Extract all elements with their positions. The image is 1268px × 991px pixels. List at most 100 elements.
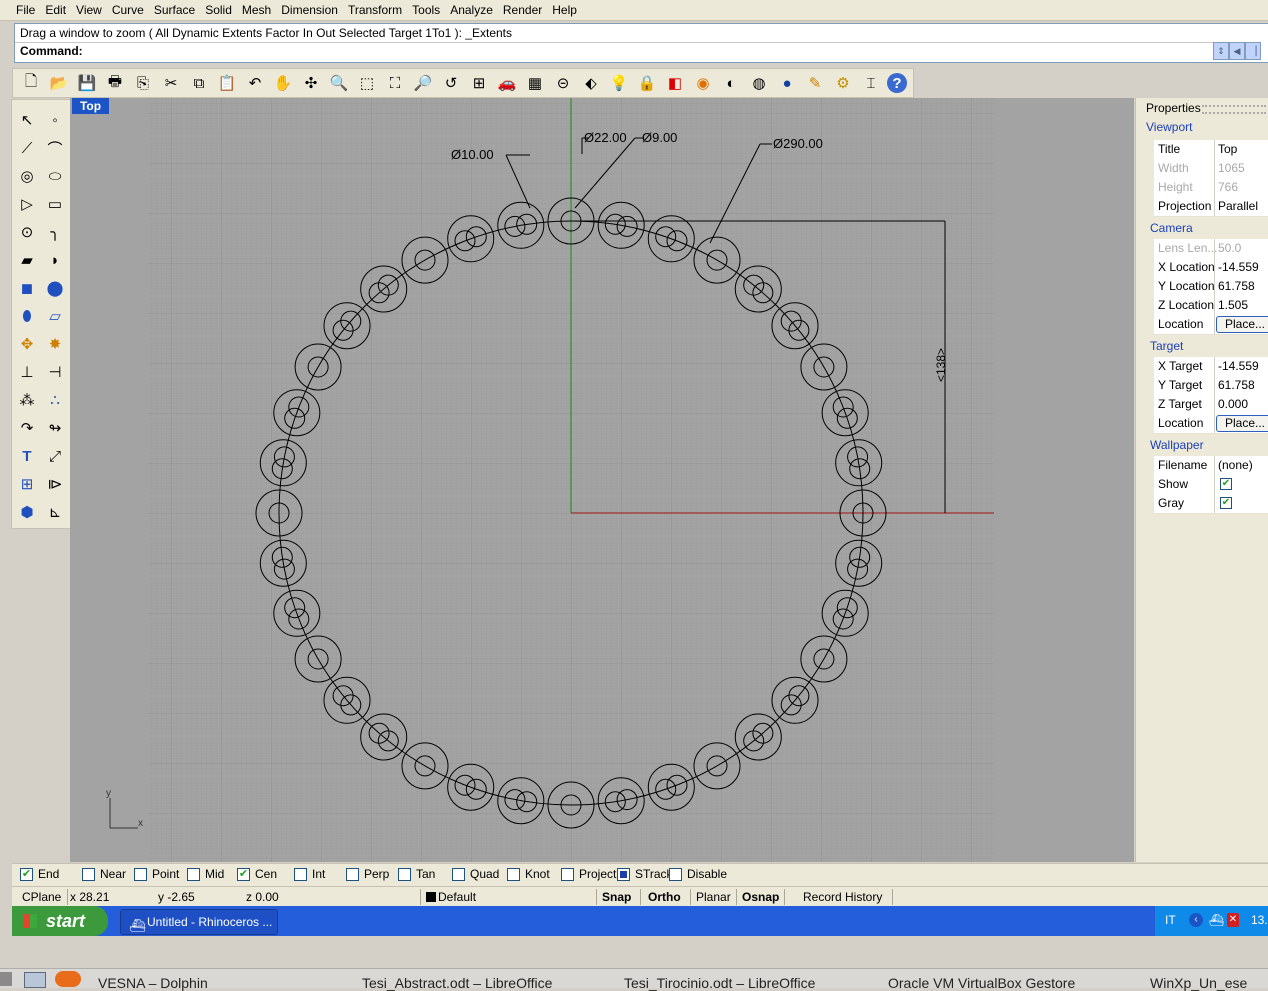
box-icon[interactable]: ◼ bbox=[15, 276, 39, 300]
osnap-knot[interactable]: Knot bbox=[507, 867, 550, 881]
snap-toggle[interactable]: Snap bbox=[602, 890, 631, 904]
osnap-project[interactable]: Project bbox=[561, 867, 616, 881]
ortho-toggle[interactable]: Ortho bbox=[648, 890, 681, 904]
tray-expand-icon[interactable]: ‹ bbox=[1189, 913, 1203, 927]
osnap-disable[interactable]: Disable bbox=[669, 867, 727, 881]
osnap-near-checkbox[interactable] bbox=[82, 867, 95, 881]
osnap-tan[interactable]: Tan bbox=[398, 867, 435, 881]
menu-curve[interactable]: Curve bbox=[107, 0, 149, 20]
osnap-cen[interactable]: ✔ Cen bbox=[237, 867, 277, 881]
scroll-left-icon[interactable]: ◀ bbox=[1229, 42, 1245, 60]
wireframe-icon[interactable]: ◐ bbox=[719, 71, 743, 95]
copy-icon[interactable]: ⧉ bbox=[187, 71, 211, 95]
projection-value[interactable]: Parallel bbox=[1218, 199, 1258, 213]
offset-icon[interactable]: ↷ bbox=[15, 416, 39, 440]
section-wallpaper[interactable]: Wallpaper bbox=[1150, 438, 1204, 452]
extrude-icon[interactable]: ◗ bbox=[43, 248, 67, 272]
osnap-end-checkbox[interactable]: ✔ bbox=[20, 867, 33, 881]
circle-icon[interactable]: ◎ bbox=[15, 164, 39, 188]
menu-analyze[interactable]: Analyze bbox=[445, 0, 498, 20]
osnap-project-checkbox[interactable] bbox=[561, 867, 574, 881]
osnap-near[interactable]: Near bbox=[82, 867, 126, 881]
dimension-icon[interactable]: ⌶ bbox=[859, 71, 883, 95]
menu-view[interactable]: View bbox=[71, 0, 107, 20]
text-icon[interactable]: T bbox=[15, 444, 39, 468]
car-icon[interactable]: 🚗 bbox=[495, 71, 519, 95]
menu-file[interactable]: File bbox=[0, 0, 40, 20]
select-icon[interactable]: ⬖ bbox=[579, 71, 603, 95]
group-icon[interactable]: ⁂ bbox=[15, 388, 39, 412]
command-line[interactable]: Command: bbox=[15, 42, 1213, 61]
menu-edit[interactable]: Edit bbox=[40, 0, 71, 20]
osnap-disable-checkbox[interactable] bbox=[669, 867, 682, 881]
points-on-icon[interactable]: ∴ bbox=[43, 388, 67, 412]
transform-icon[interactable]: ✥ bbox=[15, 332, 39, 356]
color-wheel-icon[interactable]: ◉ bbox=[691, 71, 715, 95]
host-task-winxp[interactable]: WinXp_Un_ese bbox=[1150, 975, 1247, 991]
section-target[interactable]: Target bbox=[1150, 339, 1183, 353]
undo-view-icon[interactable]: ↺ bbox=[439, 71, 463, 95]
cylinder-icon[interactable]: ⬮ bbox=[15, 304, 39, 328]
menu-tools[interactable]: Tools bbox=[407, 0, 445, 20]
four-viewports-icon[interactable]: ⊞ bbox=[467, 71, 491, 95]
pencil-icon[interactable]: ✎ bbox=[803, 71, 827, 95]
menu-surface[interactable]: Surface bbox=[149, 0, 200, 20]
section-camera[interactable]: Camera bbox=[1150, 221, 1193, 235]
menu-solid[interactable]: Solid bbox=[200, 0, 237, 20]
block-icon[interactable]: ⬢ bbox=[15, 500, 39, 524]
security-shield-icon[interactable]: ✕ bbox=[1227, 913, 1239, 927]
zoom-window-icon[interactable]: ⬚ bbox=[355, 71, 379, 95]
host-task-tirocinio[interactable]: Tesi_Tirocinio.odt – LibreOffice bbox=[624, 975, 815, 991]
analyze-icon[interactable]: ⊾ bbox=[43, 500, 67, 524]
shaded-icon[interactable]: ◍ bbox=[747, 71, 771, 95]
show-checkbox[interactable]: ✔ bbox=[1220, 478, 1232, 490]
scroll-updown-icon[interactable]: ⇕ bbox=[1213, 42, 1229, 60]
osnap-int-checkbox[interactable] bbox=[294, 867, 307, 881]
array-icon[interactable]: ⊞ bbox=[15, 472, 39, 496]
gray-checkbox[interactable]: ✔ bbox=[1220, 497, 1232, 509]
mirror-icon[interactable]: ⧐ bbox=[43, 472, 67, 496]
osnap-point-checkbox[interactable] bbox=[134, 867, 147, 881]
import-icon[interactable]: ⎘ bbox=[131, 71, 155, 95]
scroll-right-icon[interactable]: ▕ bbox=[1245, 42, 1261, 60]
cplane-icon[interactable]: ⊝ bbox=[551, 71, 575, 95]
host-task-abstract[interactable]: Tesi_Abstract.odt – LibreOffice bbox=[362, 975, 552, 991]
mesh-icon[interactable]: ▱ bbox=[43, 304, 67, 328]
blend-icon[interactable]: ↬ bbox=[43, 416, 67, 440]
zoom-icon[interactable]: 🔍 bbox=[327, 71, 351, 95]
undo-icon[interactable]: ↶ bbox=[243, 71, 267, 95]
osnap-quad[interactable]: Quad bbox=[452, 867, 499, 881]
rectangle-icon[interactable]: ▭ bbox=[43, 192, 67, 216]
print-icon[interactable]: 🖶 bbox=[103, 71, 127, 95]
firefox-icon[interactable] bbox=[55, 971, 81, 987]
cplane-label[interactable]: CPlane bbox=[22, 890, 61, 904]
osnap-knot-checkbox[interactable] bbox=[507, 867, 520, 881]
osnap-mid-checkbox[interactable] bbox=[187, 867, 200, 881]
surface-icon[interactable]: ▰ bbox=[15, 248, 39, 272]
arc-icon[interactable]: ⊙ bbox=[15, 220, 39, 244]
osnap-point[interactable]: Point bbox=[134, 867, 179, 881]
camera-place-button[interactable]: Place... bbox=[1216, 316, 1268, 333]
section-viewport[interactable]: Viewport bbox=[1146, 120, 1192, 134]
launcher-icon[interactable] bbox=[0, 972, 12, 986]
menu-dimension[interactable]: Dimension bbox=[276, 0, 343, 20]
planar-toggle[interactable]: Planar bbox=[696, 890, 731, 904]
osnap-end[interactable]: ✔ End bbox=[20, 867, 59, 881]
ellipse-icon[interactable]: ⬭ bbox=[43, 164, 67, 188]
polyline-icon[interactable]: ⟋ bbox=[15, 136, 39, 160]
cut-icon[interactable]: ✂ bbox=[159, 71, 183, 95]
osnap-strack[interactable]: STrack bbox=[617, 867, 673, 881]
split-icon[interactable]: ⊣ bbox=[43, 360, 67, 384]
curve-icon[interactable]: ⌒ bbox=[43, 136, 67, 160]
network-icon[interactable]: ⛴ bbox=[1209, 913, 1224, 927]
target-place-button[interactable]: Place... bbox=[1216, 415, 1268, 432]
panel-grip[interactable] bbox=[1202, 105, 1266, 114]
menu-render[interactable]: Render bbox=[498, 0, 547, 20]
lock-icon[interactable]: 🔒 bbox=[635, 71, 659, 95]
trim-icon[interactable]: ⊥ bbox=[15, 360, 39, 384]
light-icon[interactable]: 💡 bbox=[607, 71, 631, 95]
record-history-toggle[interactable]: Record History bbox=[803, 890, 882, 904]
osnap-mid[interactable]: Mid bbox=[187, 867, 224, 881]
polygon-icon[interactable]: ▷ bbox=[15, 192, 39, 216]
osnap-strack-checkbox[interactable] bbox=[617, 867, 630, 881]
